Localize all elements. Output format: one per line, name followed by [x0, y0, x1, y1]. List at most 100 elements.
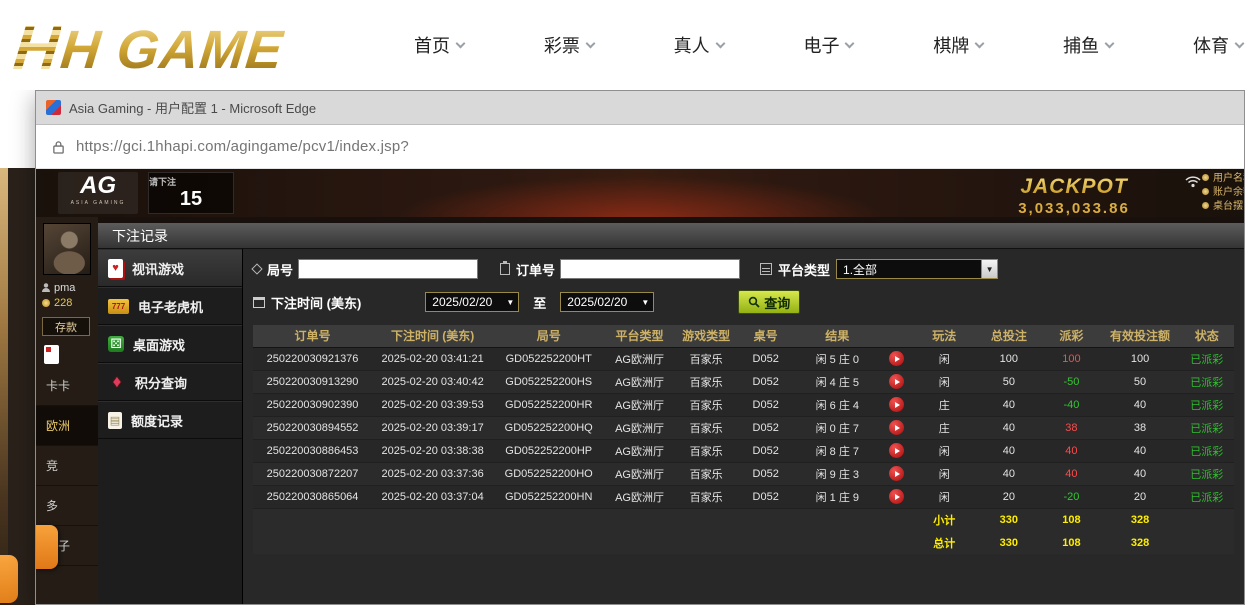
cell-replay — [881, 462, 913, 485]
hall-item[interactable]: 竞 — [36, 446, 98, 486]
replay-button[interactable] — [889, 420, 904, 435]
cell-bet: 40 — [976, 393, 1043, 416]
menu-item[interactable]: ♥ 视讯游戏 — [98, 249, 242, 287]
cell-payout: -50 — [1042, 370, 1101, 393]
replay-button[interactable] — [889, 374, 904, 389]
date-to-select[interactable]: 2025/02/20 ▼ — [560, 292, 654, 312]
url-bar[interactable]: https://gci.1hhapi.com/agingame/pcv1/ind… — [36, 125, 1244, 169]
hall-item[interactable]: 多 — [36, 486, 98, 526]
summary-rows: 小计 330 108 328 总计 330 — [253, 508, 1234, 554]
logo-mark: H — [11, 18, 62, 80]
edge-titlebar[interactable]: Asia Gaming - 用户配置 1 - Microsoft Edge — [36, 91, 1244, 125]
nav-item[interactable]: 体育 — [1193, 32, 1243, 58]
url-text[interactable]: https://gci.1hhapi.com/agingame/pcv1/ind… — [76, 138, 409, 155]
round-input[interactable] — [298, 259, 478, 279]
table-rows: 250220030921376 2025-02-20 03:41:21 GD05… — [253, 347, 1234, 508]
cell-result: 闲 5 庄 0 — [794, 347, 881, 370]
cell-game: 百家乐 — [675, 416, 738, 439]
nav-item-label: 捕鱼 — [1063, 32, 1099, 58]
subtotal-label: 小计 — [913, 508, 976, 531]
jackpot-label: JACKPOT — [994, 175, 1154, 199]
hall-item[interactable]: 卡卡 — [36, 366, 98, 406]
platform-select[interactable]: 1.全部 ▼ — [836, 259, 998, 279]
floating-service-button[interactable] — [0, 555, 18, 603]
site-header: H H GAME 首页 彩票 真人 — [0, 0, 1245, 90]
date-from-select[interactable]: 2025/02/20 ▼ — [425, 292, 519, 312]
cell-game: 百家乐 — [675, 347, 738, 370]
deposit-button[interactable]: 存款 — [42, 317, 90, 336]
cell-replay — [881, 370, 913, 393]
dropdown-arrow-icon: ▼ — [502, 298, 518, 307]
nav-item[interactable]: 彩票 — [544, 32, 594, 58]
nav-item[interactable]: 真人 — [674, 32, 724, 58]
nav-item[interactable]: 首页 — [414, 32, 464, 58]
replay-button[interactable] — [889, 443, 904, 458]
menu-item[interactable]: ⚄ 桌面游戏 — [98, 325, 242, 363]
user-avatar[interactable] — [43, 223, 91, 275]
round-label: 局号 — [253, 260, 293, 279]
order-input[interactable] — [560, 259, 740, 279]
table-header-cell: 桌号 — [737, 325, 794, 347]
cell-time: 2025-02-20 03:39:53 — [372, 393, 493, 416]
cell-order: 250220030872207 — [253, 462, 372, 485]
main-nav: 首页 彩票 真人 电子 棋牌 — [354, 32, 1245, 58]
bet-countdown: 请下注 15 — [148, 172, 234, 214]
cell-round: GD052252200HN — [493, 485, 604, 508]
ag-topbar: AG ASIA GAMING 请下注 15 JACKPOT 3,033,033.… — [36, 169, 1244, 217]
replay-button[interactable] — [889, 351, 904, 366]
table-header-cell: 订单号 — [253, 325, 372, 347]
menu-item-icon: ⚄ — [108, 336, 124, 352]
edge-favicon — [46, 100, 61, 115]
cell-play: 庄 — [913, 393, 976, 416]
table-row: 250220030921376 2025-02-20 03:41:21 GD05… — [253, 347, 1234, 370]
chevron-down-icon — [975, 38, 985, 48]
cell-bet: 40 — [976, 439, 1043, 462]
cell-order: 250220030902390 — [253, 393, 372, 416]
menu-item[interactable]: ♦ 积分查询 — [98, 363, 242, 401]
cell-replay — [881, 485, 913, 508]
replay-button[interactable] — [889, 397, 904, 412]
hall-item[interactable]: 欧洲 — [36, 406, 98, 446]
menu-item[interactable]: ▤ 额度记录 — [98, 401, 242, 439]
chevron-down-icon — [585, 38, 595, 48]
cell-valid: 38 — [1101, 416, 1180, 439]
table-row: 250220030894552 2025-02-20 03:39:17 GD05… — [253, 416, 1234, 439]
cell-status: 已派彩 — [1179, 347, 1234, 370]
cell-game: 百家乐 — [675, 439, 738, 462]
edge-window: Asia Gaming - 用户配置 1 - Microsoft Edge ht… — [35, 90, 1245, 605]
replay-button[interactable] — [889, 466, 904, 481]
search-button[interactable]: 查询 — [738, 290, 800, 314]
cell-round: GD052252200HT — [493, 347, 604, 370]
nav-item[interactable]: 电子 — [803, 32, 853, 58]
nav-item[interactable]: 捕鱼 — [1063, 32, 1113, 58]
cell-play: 闲 — [913, 347, 976, 370]
subtotal-payout: 108 — [1042, 508, 1101, 531]
ag-page: AG ASIA GAMING 请下注 15 JACKPOT 3,033,033.… — [36, 169, 1244, 604]
menu-item[interactable]: 777 电子老虎机 — [98, 287, 242, 325]
cell-result: 闲 1 庄 9 — [794, 485, 881, 508]
total-label: 总计 — [913, 531, 976, 554]
cell-platform: AG欧洲厅 — [604, 370, 675, 393]
site-logo: H H GAME — [14, 10, 354, 80]
cell-time: 2025-02-20 03:37:04 — [372, 485, 493, 508]
nav-item[interactable]: 棋牌 — [933, 32, 983, 58]
table-header-cell: 下注时间 (美东) — [372, 325, 493, 347]
cell-result: 闲 6 庄 4 — [794, 393, 881, 416]
cell-valid: 20 — [1101, 485, 1180, 508]
cell-round: GD052252200HS — [493, 370, 604, 393]
nav-item-label: 彩票 — [544, 32, 580, 58]
cell-payout: 40 — [1042, 462, 1101, 485]
page-sidebar-strip — [0, 168, 35, 605]
platform-label: 平台类型 — [760, 260, 830, 279]
replay-button[interactable] — [889, 489, 904, 504]
cell-platform: AG欧洲厅 — [604, 416, 675, 439]
lock-icon[interactable] — [52, 139, 65, 155]
filter-row-1: 局号 订单号 平台类型 — [253, 255, 1234, 283]
total-row: 总计 330 108 328 — [253, 531, 1234, 554]
ag-logo-text: AG — [58, 172, 138, 200]
cell-replay — [881, 347, 913, 370]
floating-button[interactable] — [36, 525, 58, 569]
cell-valid: 100 — [1101, 347, 1180, 370]
bet-table: 订单号下注时间 (美东)局号平台类型游戏类型桌号结果玩法总投注派彩有效投注额状态… — [253, 325, 1234, 554]
ag-left-sidebar: pma 228 存款 卡卡 — [36, 217, 98, 604]
